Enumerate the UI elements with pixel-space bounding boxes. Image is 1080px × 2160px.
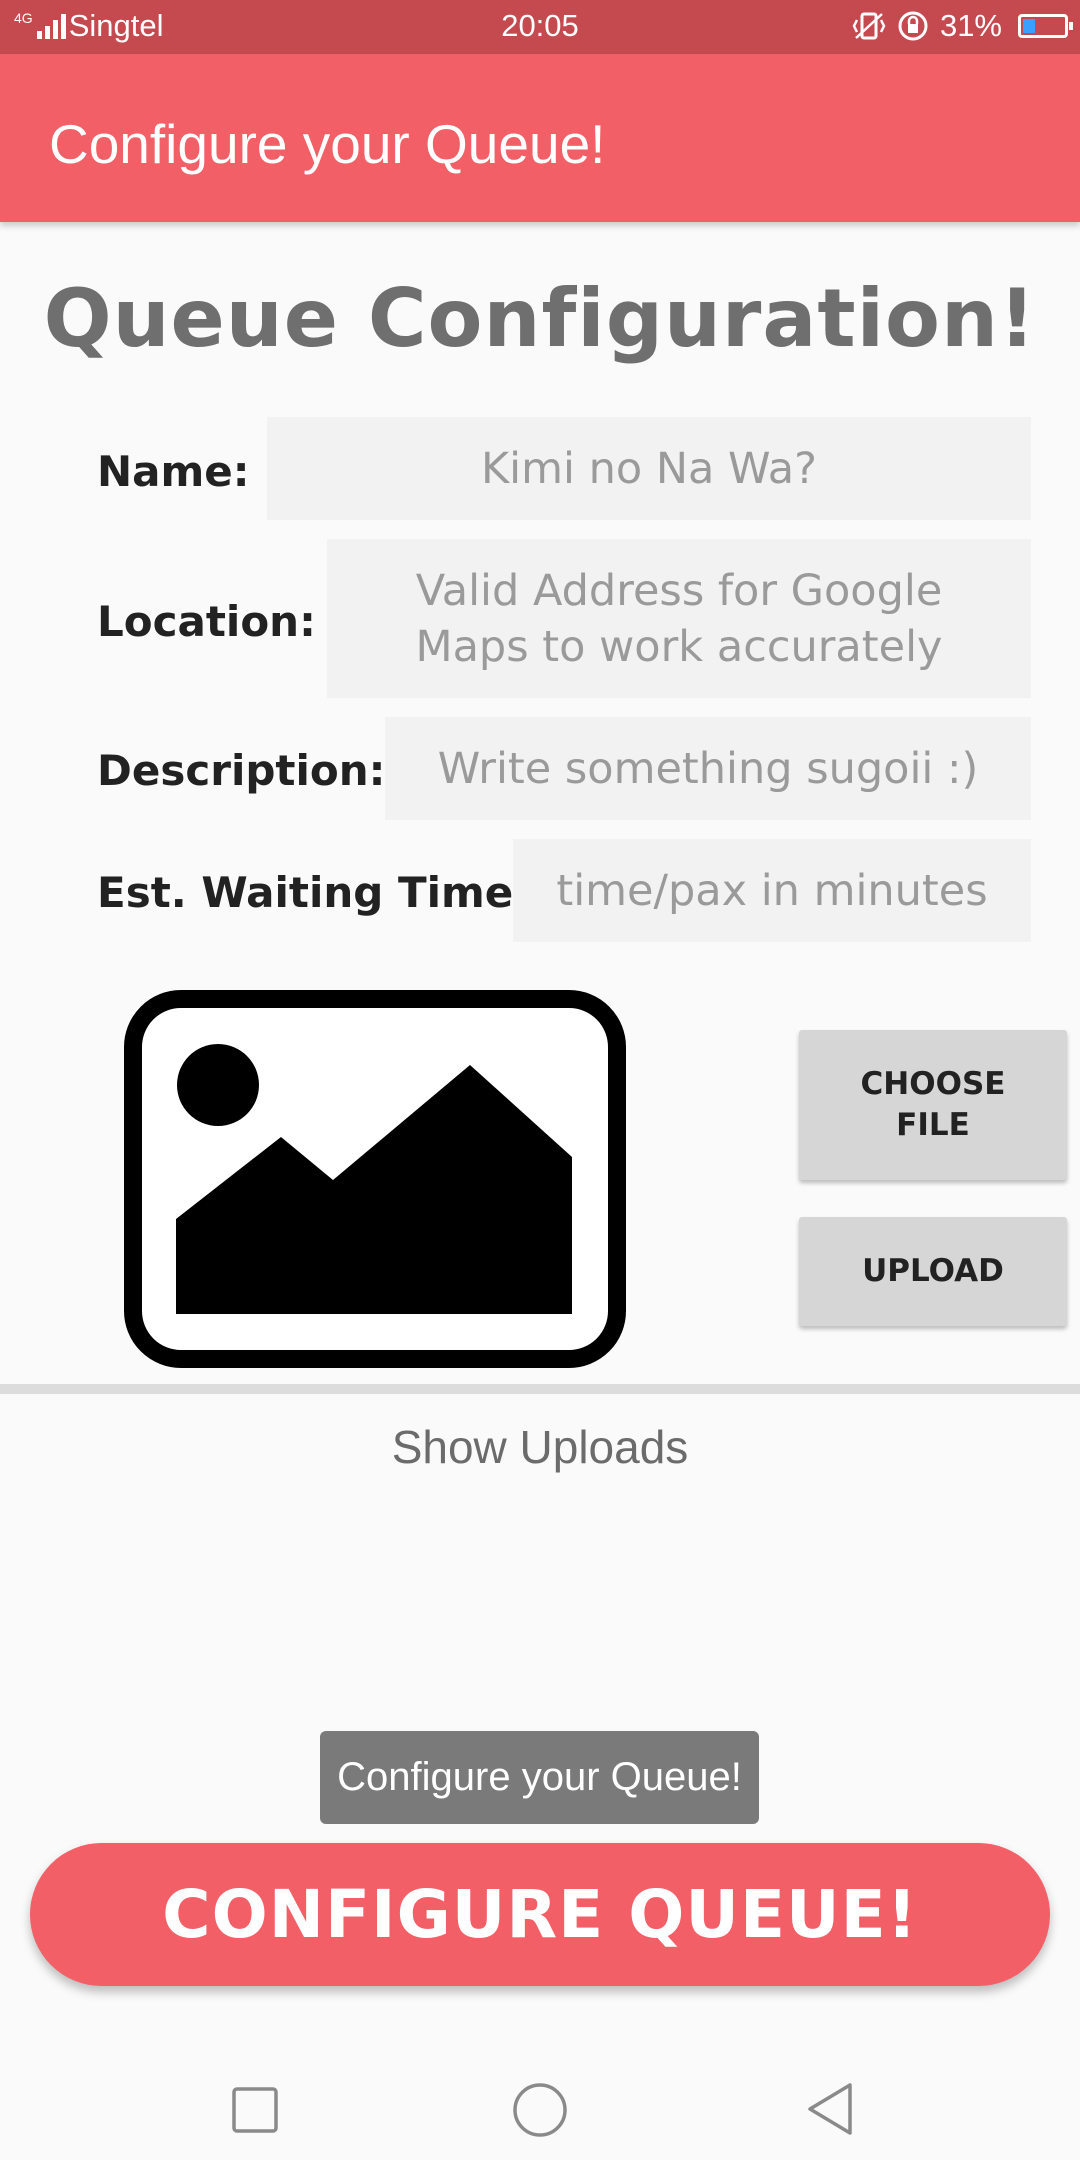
- wait-time-input[interactable]: time/pax in minutes: [513, 839, 1031, 942]
- battery-charging-icon: [1018, 14, 1073, 38]
- page-title: Queue Configuration!: [43, 272, 1037, 365]
- name-label: Name:: [97, 447, 250, 496]
- configure-queue-button[interactable]: CONFIGURE QUEUE!: [30, 1843, 1050, 1986]
- wait-time-label: Est. Waiting Time:: [97, 868, 531, 917]
- navigation-bar: [0, 2020, 1080, 2160]
- description-label: Description:: [97, 746, 386, 795]
- toast-message: Configure your Queue!: [320, 1731, 759, 1824]
- choose-file-label-line1: CHOOSE: [860, 1066, 1006, 1102]
- name-input[interactable]: Kimi no Na Wa?: [267, 417, 1031, 520]
- rotation-lock-icon: [898, 11, 928, 41]
- choose-file-button[interactable]: CHOOSE FILE: [799, 1030, 1067, 1180]
- status-right: 31%: [852, 8, 1073, 44]
- location-label: Location:: [97, 597, 316, 646]
- vibrate-icon: [852, 12, 886, 40]
- recents-square-icon[interactable]: [231, 2086, 279, 2134]
- upload-button[interactable]: UPLOAD: [799, 1217, 1067, 1326]
- app-bar-title: Configure your Queue!: [49, 113, 606, 175]
- battery-level: [1023, 19, 1035, 33]
- description-input[interactable]: Write something sugoii :): [385, 717, 1031, 820]
- app-bar: Configure your Queue!: [0, 54, 1080, 222]
- divider: [0, 1384, 1080, 1394]
- home-circle-icon[interactable]: [512, 2082, 568, 2138]
- image-placeholder-icon: [124, 990, 626, 1368]
- back-triangle-icon[interactable]: [805, 2082, 855, 2136]
- location-placeholder-line1: Valid Address for Google: [415, 565, 943, 616]
- location-input[interactable]: Valid Address for Google Maps to work ac…: [327, 539, 1031, 698]
- choose-file-label-line2: FILE: [896, 1107, 970, 1143]
- location-placeholder-line2: Maps to work accurately: [415, 621, 943, 672]
- battery-percent: 31%: [939, 8, 1002, 43]
- show-uploads-link[interactable]: Show Uploads: [0, 1420, 1080, 1474]
- status-bar: 4G Singtel 20:05 31%: [0, 0, 1080, 54]
